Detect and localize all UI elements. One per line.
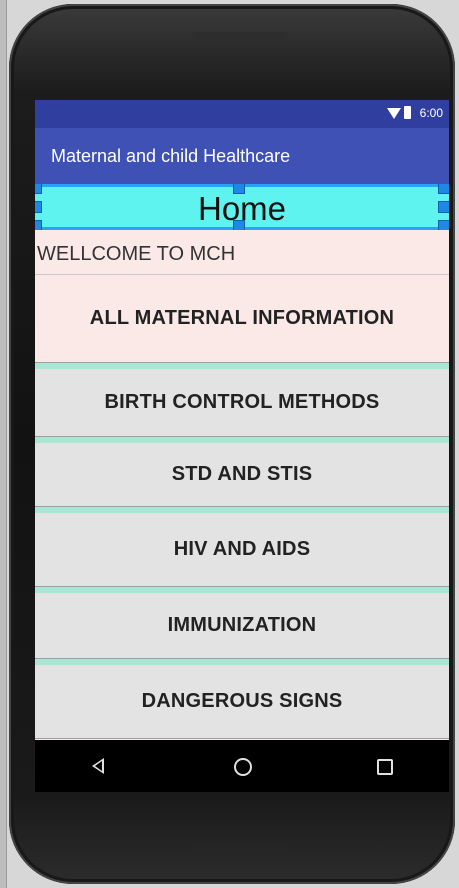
birth-control-methods-button[interactable]: BIRTH CONTROL METHODS (35, 363, 449, 437)
std-and-stis-button[interactable]: STD AND STIS (35, 437, 449, 507)
immunization-button[interactable]: IMMUNIZATION (35, 587, 449, 659)
phone-device-frame: 6:00 Maternal and child Healthcare Home … (9, 4, 455, 884)
main-content: Home WELLCOME TO MCH ALL MATERNAL INFORM… (35, 184, 449, 740)
status-time: 6:00 (419, 106, 443, 120)
resize-handle-top-center[interactable] (233, 184, 245, 194)
wifi-icon (387, 108, 401, 119)
app-title: Maternal and child Healthcare (51, 146, 291, 166)
all-maternal-information-button[interactable]: ALL MATERNAL INFORMATION (35, 275, 449, 363)
navigation-bar (35, 740, 449, 792)
resize-handle-middle-right[interactable] (438, 201, 449, 213)
menu-list: ALL MATERNAL INFORMATION BIRTH CONTROL M… (35, 275, 449, 739)
welcome-text: WELLCOME TO MCH (37, 243, 236, 265)
window-frame-edge (0, 0, 7, 888)
top-speaker-grille (192, 32, 288, 39)
back-icon-inner (95, 761, 102, 771)
resize-handle-middle-left[interactable] (35, 201, 42, 213)
resize-handle-top-left[interactable] (35, 184, 42, 194)
home-icon[interactable] (234, 758, 252, 776)
welcome-row: WELLCOME TO MCH (35, 230, 449, 275)
recents-icon[interactable] (377, 759, 393, 775)
battery-icon (404, 106, 411, 119)
status-bar: 6:00 (35, 100, 449, 128)
phone-screen: 6:00 Maternal and child Healthcare Home … (35, 100, 449, 792)
hiv-and-aids-button[interactable]: HIV AND AIDS (35, 507, 449, 587)
bottom-speaker-grille (192, 846, 288, 853)
resize-handle-top-right[interactable] (438, 184, 449, 194)
dangerous-signs-button[interactable]: DANGEROUS SIGNS (35, 659, 449, 739)
app-bar: Maternal and child Healthcare (35, 128, 449, 184)
home-title-bar[interactable]: Home (35, 184, 449, 232)
